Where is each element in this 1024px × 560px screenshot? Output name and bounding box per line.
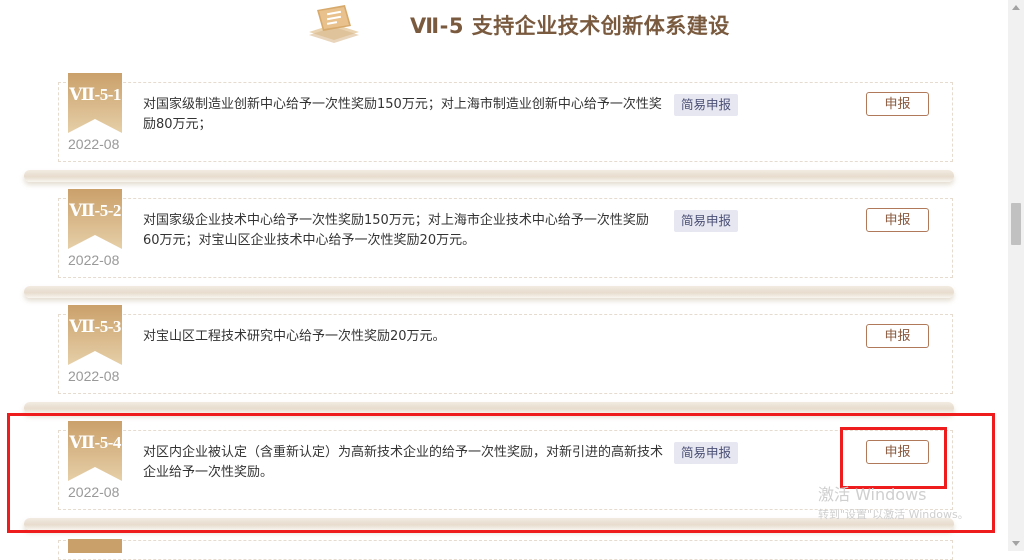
code-ribbon: Ⅶ-5-1 [68,73,122,133]
item-date: 2022-08 [68,136,120,152]
watermark-subtitle: 转到"设置"以激活 Windows。 [818,508,969,521]
policy-item [58,539,953,560]
vertical-scrollbar[interactable] [1008,0,1024,551]
apply-button[interactable]: 申报 [866,208,929,232]
item-code: Ⅶ-5-3 [69,317,121,336]
section-header: Ⅶ-5 支持企业技术创新体系建设 [0,0,1008,60]
scroll-thumb[interactable] [1011,203,1021,245]
watermark-title: 激活 Windows [818,485,927,504]
windows-activation-watermark: 激活 Windows 转到"设置"以激活 Windows。 [818,485,969,525]
item-date: 2022-08 [68,368,120,384]
simple-apply-tag: 简易申报 [674,94,739,116]
simple-apply-tag: 简易申报 [674,210,739,232]
button-highlight-box [840,427,947,489]
shelf-divider [24,170,954,182]
certificate-stack-icon [309,5,359,43]
code-ribbon: Ⅶ-5-3 [68,305,122,365]
apply-button[interactable]: 申报 [866,92,929,116]
policy-item: Ⅶ-5-2 2022-08 对国家级企业技术中心给予一次性奖励150万元；对上海… [58,189,953,278]
code-ribbon: Ⅶ-5-2 [68,189,122,249]
scroll-down-icon[interactable] [1012,541,1020,546]
page-title: Ⅶ-5 支持企业技术创新体系建设 [410,14,730,38]
item-code: Ⅶ-5-1 [69,85,121,104]
shelf-divider [24,286,954,298]
policy-item: Ⅶ-5-3 2022-08 对宝山区工程技术研究中心给予一次性奖励20万元。 申… [58,305,953,394]
item-date: 2022-08 [68,252,120,268]
policy-item: Ⅶ-5-1 2022-08 对国家级制造业创新中心给予一次性奖励150万元；对上… [58,73,953,162]
item-description: 对国家级企业技术中心给予一次性奖励150万元；对上海市企业技术中心给予一次性奖励… [143,213,649,248]
item-code: Ⅶ-5-2 [69,201,121,220]
item-description: 对宝山区工程技术研究中心给予一次性奖励20万元。 [143,329,446,344]
apply-button[interactable]: 申报 [866,324,929,348]
scroll-up-icon[interactable] [1012,5,1020,10]
item-description: 对国家级制造业创新中心给予一次性奖励150万元；对上海市制造业创新中心给予一次性… [143,97,662,132]
